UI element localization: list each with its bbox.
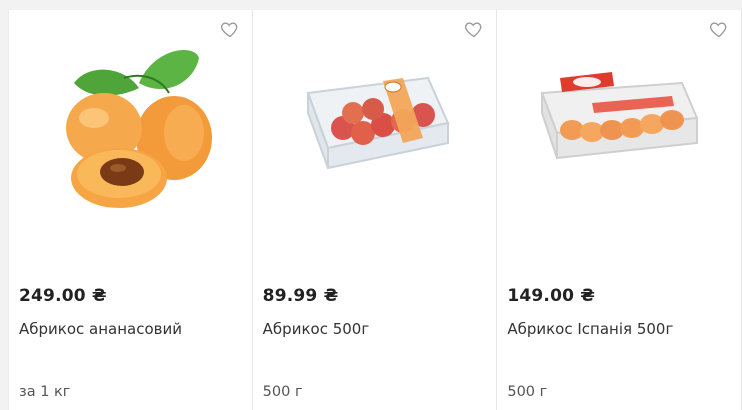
product-image[interactable]: [39, 38, 219, 208]
apricot-pack-spain-image: [540, 72, 699, 160]
apricot-fruit-image: [66, 50, 212, 208]
product-card[interactable]: 249.00 ₴ Абрикос ананасовий за 1 кг: [8, 10, 253, 410]
product-name[interactable]: Абрикос ананасовий: [19, 320, 182, 338]
product-price: 149.00 ₴: [507, 286, 596, 306]
product-price: 89.99 ₴: [262, 286, 339, 306]
favorite-heart-icon[interactable]: [709, 19, 729, 39]
product-image[interactable]: [527, 38, 707, 208]
product-card[interactable]: 149.00 ₴ Абрикос Іспанія 500г 500 г: [497, 10, 742, 410]
product-unit: 500 г: [507, 384, 548, 400]
product-image[interactable]: [283, 38, 463, 208]
product-unit: за 1 кг: [19, 384, 71, 400]
product-card[interactable]: 89.99 ₴ Абрикос 500г 500 г: [252, 10, 498, 410]
favorite-heart-icon[interactable]: [220, 19, 240, 39]
product-grid: 249.00 ₴ Абрикос ананасовий за 1 кг 89.9…: [8, 10, 742, 410]
product-name[interactable]: Абрикос Іспанія 500г: [507, 320, 673, 338]
apricot-pack-image: [306, 76, 450, 170]
product-unit: 500 г: [262, 384, 303, 400]
favorite-heart-icon[interactable]: [464, 19, 484, 39]
product-price: 249.00 ₴: [19, 286, 107, 306]
product-name[interactable]: Абрикос 500г: [263, 320, 370, 338]
